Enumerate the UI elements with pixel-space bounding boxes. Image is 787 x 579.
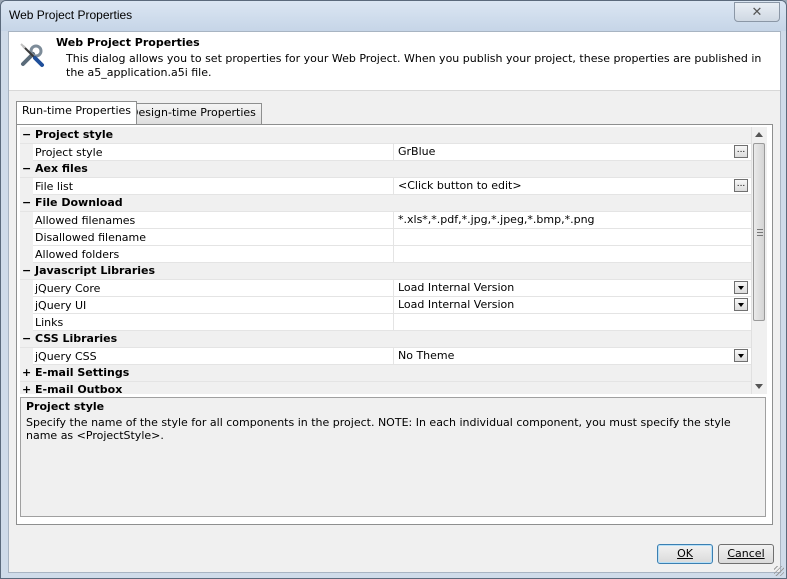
category-label: E-mail Settings <box>35 366 130 379</box>
collapse-icon[interactable]: − <box>22 265 31 276</box>
grid-property-row[interactable]: jQuery CSS No Theme <box>20 348 751 365</box>
property-value-text: <Click button to edit> <box>398 179 522 192</box>
collapse-icon[interactable]: − <box>22 129 31 140</box>
category-label: Javascript Libraries <box>35 264 156 277</box>
category-label: E-mail Outbox <box>35 383 123 394</box>
grid-property-row[interactable]: Project style GrBlue... <box>20 144 751 161</box>
ellipsis-button[interactable]: ... <box>734 145 748 158</box>
property-name: Disallowed filename <box>35 231 147 244</box>
close-button[interactable]: ✕ <box>734 2 780 22</box>
property-value-text: GrBlue <box>398 145 436 158</box>
grid-property-row[interactable]: Disallowed filename <box>20 229 751 246</box>
grid-category-row[interactable]: + E-mail Outbox <box>20 382 751 394</box>
grid-category-row[interactable]: − Javascript Libraries <box>20 263 751 280</box>
grid-property-row[interactable]: Allowed filenames *.xls*,*.pdf,*.jpg,*.jp… <box>20 212 751 229</box>
header-title: Web Project Properties <box>56 36 200 49</box>
grip-icon <box>757 229 763 236</box>
property-name: Links <box>35 316 64 329</box>
row-gutter <box>20 314 33 331</box>
property-value[interactable] <box>393 246 751 262</box>
property-value[interactable] <box>393 314 751 330</box>
grid-property-row[interactable]: jQuery UI Load Internal Version <box>20 297 751 314</box>
property-value[interactable]: GrBlue... <box>393 144 751 160</box>
grid-property-row[interactable]: File list <Click button to edit>... <box>20 178 751 195</box>
dropdown-arrow-icon[interactable] <box>734 349 748 362</box>
window-title: Web Project Properties <box>9 8 133 22</box>
property-name: Project style <box>35 146 103 159</box>
tab-run-time-properties[interactable]: Run-time Properties <box>16 101 138 124</box>
tools-icon <box>20 43 44 67</box>
dropdown-arrow-icon[interactable] <box>734 281 748 294</box>
property-value[interactable]: <Click button to edit>... <box>393 178 751 194</box>
row-gutter <box>20 144 33 161</box>
close-icon: ✕ <box>751 4 763 20</box>
grid-category-row[interactable]: + E-mail Settings <box>20 365 751 382</box>
tab-design-time-properties[interactable]: Design-time Properties <box>124 103 262 124</box>
scroll-thumb[interactable] <box>753 143 765 321</box>
category-label: Project style <box>35 128 114 141</box>
dialog-header: Web Project Properties This dialog allow… <box>9 32 780 91</box>
tab-panel-run-time: − Project style Project style GrBlue... − Aex… <box>16 124 773 525</box>
scroll-up-arrow-icon[interactable] <box>755 132 763 137</box>
property-grid: − Project style Project style GrBlue... − Aex… <box>20 127 751 394</box>
grid-property-row[interactable]: Links <box>20 314 751 331</box>
category-label: File Download <box>35 196 123 209</box>
header-description: This dialog allows you to set properties… <box>66 52 762 79</box>
property-name: Allowed folders <box>35 248 120 261</box>
property-value-text: Load Internal Version <box>398 281 515 294</box>
ellipsis-button[interactable]: ... <box>734 179 748 192</box>
grid-property-row[interactable]: Allowed folders <box>20 246 751 263</box>
property-value-text: *.xls*,*.pdf,*.jpg,*.jpeg,*.bmp,*.png <box>398 213 595 226</box>
title-bar[interactable]: Web Project Properties ✕ <box>1 1 786 31</box>
row-gutter <box>20 297 33 314</box>
property-name: jQuery CSS <box>35 350 97 363</box>
property-value[interactable]: No Theme <box>393 348 751 364</box>
property-value-text: No Theme <box>398 349 455 362</box>
row-gutter <box>20 212 33 229</box>
property-value[interactable]: Load Internal Version <box>393 280 751 296</box>
property-name: File list <box>35 180 74 193</box>
grid-category-row[interactable]: − Aex files <box>20 161 751 178</box>
row-gutter <box>20 246 33 263</box>
row-gutter <box>20 178 33 195</box>
dialog-body: Web Project Properties This dialog allow… <box>8 31 781 573</box>
row-gutter <box>20 229 33 246</box>
property-name: jQuery Core <box>35 282 101 295</box>
grid-category-row[interactable]: − File Download <box>20 195 751 212</box>
category-label: CSS Libraries <box>35 332 118 345</box>
help-title: Project style <box>26 400 105 413</box>
help-panel: Project style Specify the name of the st… <box>20 397 766 517</box>
ok-button[interactable]: OK <box>657 544 713 564</box>
grid-category-row[interactable]: − CSS Libraries <box>20 331 751 348</box>
scroll-down-arrow-icon[interactable] <box>755 384 763 389</box>
property-name: jQuery UI <box>35 299 87 312</box>
help-description: Specify the name of the style for all co… <box>26 416 731 442</box>
collapse-icon[interactable]: − <box>22 333 31 344</box>
row-gutter <box>20 280 33 297</box>
dialog-window: Web Project Properties ✕ Web Project Pro… <box>0 0 787 579</box>
property-name: Allowed filenames <box>35 214 136 227</box>
property-value[interactable]: *.xls*,*.pdf,*.jpg,*.jpeg,*.bmp,*.png <box>393 212 751 228</box>
row-gutter <box>20 348 33 365</box>
grid-property-row[interactable]: jQuery Core Load Internal Version <box>20 280 751 297</box>
collapse-icon[interactable]: − <box>22 197 31 208</box>
property-value-text: Load Internal Version <box>398 298 515 311</box>
expand-icon[interactable]: + <box>22 384 31 394</box>
expand-icon[interactable]: + <box>22 367 31 378</box>
resize-grip-icon[interactable] <box>774 566 784 576</box>
dropdown-arrow-icon[interactable] <box>734 298 748 311</box>
property-value[interactable] <box>393 229 751 245</box>
property-value[interactable]: Load Internal Version <box>393 297 751 313</box>
category-label: Aex files <box>35 162 88 175</box>
cancel-button[interactable]: Cancel <box>718 544 774 564</box>
property-grid-scrollbar[interactable] <box>751 127 767 394</box>
collapse-icon[interactable]: − <box>22 163 31 174</box>
grid-category-row[interactable]: − Project style <box>20 127 751 144</box>
